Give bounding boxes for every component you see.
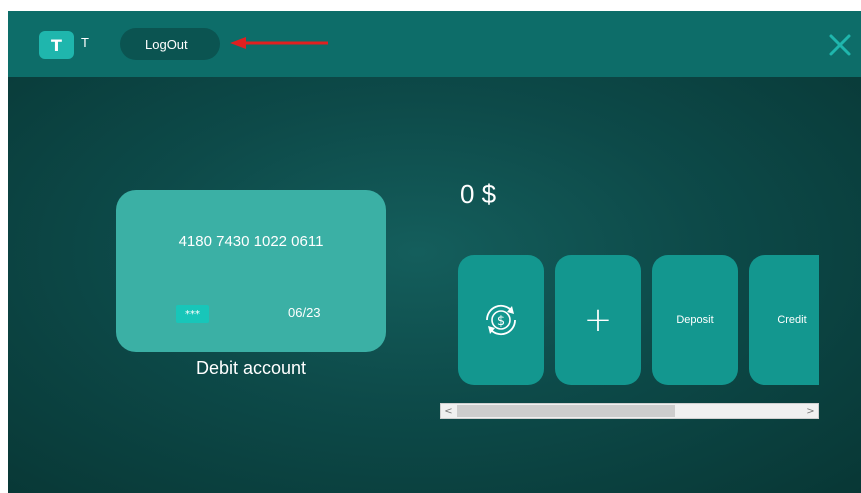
card-expiry: 06/23 [288, 305, 321, 320]
logout-button[interactable]: LogOut [120, 28, 220, 60]
annotation-arrow-icon [230, 37, 328, 49]
credit-button[interactable]: Credit [749, 255, 819, 385]
credit-label: Credit [777, 314, 807, 326]
currency-exchange-icon: $ [486, 304, 516, 336]
scrollbar-thumb[interactable] [457, 405, 675, 417]
exchange-button[interactable]: $ [458, 255, 544, 385]
title-bar: T T LogOut [8, 11, 861, 77]
card-number: 4180 7430 1022 0611 [178, 233, 324, 250]
deposit-button[interactable]: Deposit [652, 255, 738, 385]
app-logo: T [39, 31, 74, 59]
scroll-right-arrow[interactable]: > [803, 404, 818, 418]
account-type-label: Debit account [195, 358, 307, 378]
add-button[interactable]: + [555, 255, 641, 385]
logout-label: LogOut [145, 36, 188, 52]
plus-icon: + [583, 300, 613, 340]
actions-strip: $ + Deposit Credit [456, 255, 819, 385]
debit-card[interactable]: 4180 7430 1022 0611 *** 06/23 [116, 190, 386, 352]
card-cvv: *** [176, 305, 209, 323]
close-icon[interactable] [828, 33, 852, 57]
balance-amount: 0 $ [460, 179, 497, 209]
user-initial: T [81, 35, 89, 50]
deposit-label: Deposit [676, 314, 714, 326]
app-logo-letter: T [51, 35, 62, 55]
horizontal-scrollbar[interactable]: < > [440, 403, 819, 419]
svg-text:$: $ [497, 314, 505, 329]
scroll-left-arrow[interactable]: < [441, 404, 456, 418]
app-window: T T LogOut 4180 7430 1022 0611 *** 06/23… [8, 11, 861, 493]
